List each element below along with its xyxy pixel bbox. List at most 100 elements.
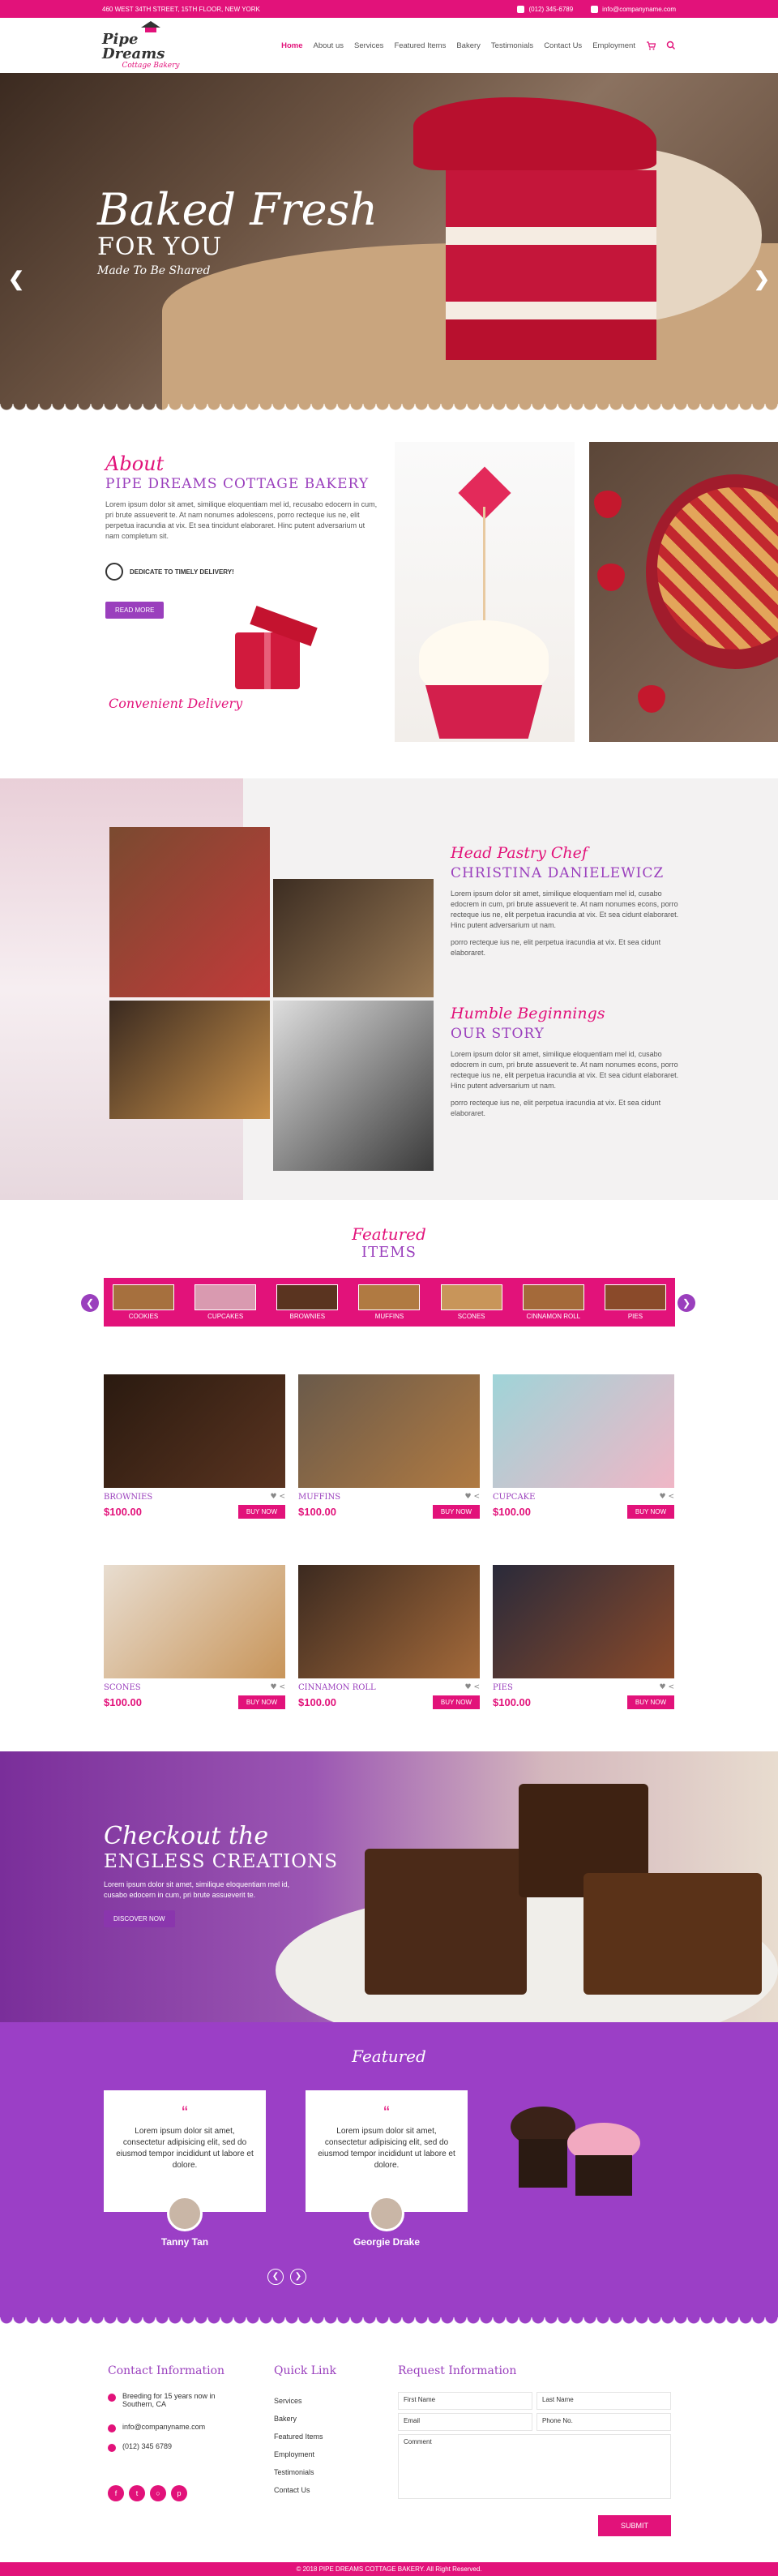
pinterest-icon[interactable]: p [171,2485,187,2501]
buy-now-button[interactable]: BUY NOW [626,1505,674,1519]
cookies-photo [109,1001,270,1119]
quick-link-heading: Quick Link [274,2364,337,2377]
first-name-field[interactable]: First Name [398,2392,532,2410]
wishlist-share-icon[interactable]: ♥ < [465,1493,480,1502]
footer: Contact Information Breeding for 15 year… [0,2327,778,2562]
logo-subtitle: Cottage Bakery [122,62,180,70]
product-price: $100.00 [298,1696,336,1708]
testimonials-prev-icon[interactable]: ❮ [267,2269,284,2285]
chef-section: Head Pastry Chef CHRISTINA DANIELEWICZ L… [0,778,778,1200]
facebook-icon[interactable]: f [108,2485,124,2501]
twitter-icon[interactable]: t [129,2485,145,2501]
nav-contact[interactable]: Contact Us [544,41,582,50]
nav-about[interactable]: About us [314,41,344,50]
product-name[interactable]: BROWNIES [104,1493,152,1502]
quick-link-bakery[interactable]: Bakery [274,2410,323,2428]
chef-bio-2: porro recteque ius ne, elit perpetua ira… [451,938,661,957]
category-muffins[interactable]: MUFFINS [357,1284,421,1320]
testimonial-name: Tanny Tan [160,2236,209,2248]
comment-field[interactable]: Comment [398,2434,671,2499]
last-name-field[interactable]: Last Name [536,2392,671,2410]
carousel-next-icon[interactable]: ❯ [678,1294,695,1312]
wishlist-share-icon[interactable]: ♥ < [660,1683,674,1692]
wishlist-share-icon[interactable]: ♥ < [660,1493,674,1502]
hero-headline: Baked Fresh [97,184,378,235]
email-text[interactable]: info@companyname.com [602,6,676,13]
nav-testimonials[interactable]: Testimonials [491,41,533,50]
wishlist-share-icon[interactable]: ♥ < [271,1683,285,1692]
next-slide-icon[interactable]: ❯ [754,268,770,291]
about-script: About [105,452,165,475]
product-price: $100.00 [104,1506,142,1518]
main-nav: Home About us Services Featured Items Ba… [281,41,676,50]
product-image[interactable] [104,1565,285,1678]
nav-employment[interactable]: Employment [592,41,635,50]
category-cupcakes[interactable]: CUPCAKES [194,1284,257,1320]
product-name[interactable]: MUFFINS [298,1493,340,1502]
testimonial-card: “ Lorem ipsum dolor sit amet, consectetu… [104,2090,266,2212]
creations-title: ENGLESS CREATIONS [104,1851,338,1872]
phone-icon [517,5,525,13]
request-heading: Request Information [398,2364,517,2377]
instagram-icon[interactable]: ○ [150,2485,166,2501]
quick-link-featured[interactable]: Featured Items [274,2428,323,2445]
email-info[interactable]: info@companyname.com [108,2423,205,2432]
discover-now-button[interactable]: DISCOVER NOW [104,1910,175,1927]
product-card: CINNAMON ROLL ♥ < $100.00 BUY NOW [298,1565,480,1714]
submit-button[interactable]: SUBMIT [598,2515,672,2536]
quick-link-contact[interactable]: Contact Us [274,2481,323,2499]
location-icon [108,2394,116,2402]
search-icon[interactable] [666,41,676,50]
hero-banner: Baked Fresh FOR YOU Made To Be Shared ❮ … [0,73,778,414]
product-name[interactable]: PIES [493,1683,513,1692]
category-pies[interactable]: PIES [604,1284,667,1320]
category-cookies[interactable]: COOKIES [112,1284,175,1320]
quick-link-employment[interactable]: Employment [274,2445,323,2463]
product-image[interactable] [298,1565,480,1678]
phone-text[interactable]: (012) 345-6789 [528,6,573,13]
product-name[interactable]: CUPCAKE [493,1493,535,1502]
testimonials-script: Featured [352,2047,426,2066]
product-image[interactable] [298,1374,480,1488]
nav-services[interactable]: Services [354,41,383,50]
category-brownies[interactable]: BROWNIES [276,1284,339,1320]
category-cinnamon-roll[interactable]: CINNAMON ROLL [522,1284,585,1320]
phone-field[interactable]: Phone No. [536,2413,671,2431]
product-image[interactable] [493,1565,674,1678]
product-card: SCONES ♥ < $100.00 BUY NOW [104,1565,285,1714]
category-scones[interactable]: SCONES [440,1284,503,1320]
testimonials-next-icon[interactable]: ❯ [290,2269,306,2285]
mail-icon [108,2424,116,2432]
pie-image [589,442,778,742]
buy-now-button[interactable]: BUY NOW [626,1695,674,1709]
clock-icon [105,563,123,581]
buy-now-button[interactable]: BUY NOW [237,1505,285,1519]
product-image[interactable] [104,1374,285,1488]
nav-home[interactable]: Home [281,41,302,50]
mail-icon [591,5,599,13]
phone-info[interactable]: (012) 345 6789 [108,2442,172,2452]
nav-bakery[interactable]: Bakery [456,41,481,50]
wishlist-share-icon[interactable]: ♥ < [271,1493,285,1502]
quick-link-services[interactable]: Services [274,2392,323,2410]
buy-now-button[interactable]: BUY NOW [432,1695,480,1709]
quick-link-testimonials[interactable]: Testimonials [274,2463,323,2481]
product-name[interactable]: CINNAMON ROLL [298,1683,376,1692]
carousel-prev-icon[interactable]: ❮ [81,1294,99,1312]
product-name[interactable]: SCONES [104,1683,141,1692]
product-image[interactable] [493,1374,674,1488]
logo[interactable]: Pipe Dreams Cottage Bakery [102,21,199,70]
cupcake-image [395,442,575,742]
timely-text: DEDICATE TO TIMELY DELIVERY! [130,568,234,576]
buy-now-button[interactable]: BUY NOW [237,1695,285,1709]
buy-now-button[interactable]: BUY NOW [432,1505,480,1519]
cart-icon[interactable] [646,41,656,50]
brownie-image [365,1849,527,1995]
email-field[interactable]: Email [398,2413,532,2431]
read-more-button[interactable]: READ MORE [105,602,165,619]
hero-subheadline: FOR YOU [97,233,223,261]
nav-featured[interactable]: Featured Items [394,41,446,50]
prev-slide-icon[interactable]: ❮ [8,268,24,291]
featured-title: ITEMS [361,1244,417,1261]
wishlist-share-icon[interactable]: ♥ < [465,1683,480,1692]
